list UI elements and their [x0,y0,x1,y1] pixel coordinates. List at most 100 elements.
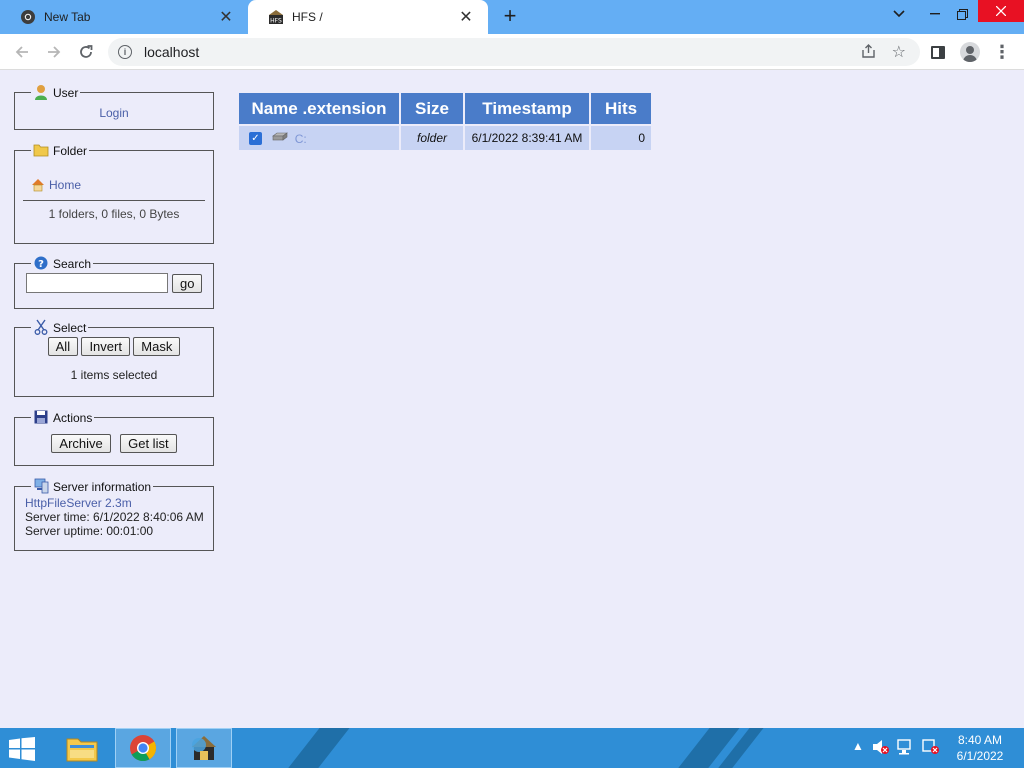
hfs-taskbar-button[interactable] [176,728,232,768]
select-legend: Select [31,319,88,335]
select-all-button[interactable]: All [47,337,79,356]
file-explorer-taskbar-button[interactable] [54,728,110,768]
user-legend-label: User [53,86,79,100]
chevron-down-icon[interactable] [886,0,912,28]
folder-summary: 1 folders, 0 files, 0 Bytes [48,207,180,221]
chrome-taskbar-button[interactable] [115,728,171,768]
login-link[interactable]: Login [99,106,128,120]
share-icon[interactable] [862,44,876,61]
address-bar[interactable]: i localhost ☆ [108,38,920,66]
search-input[interactable] [26,273,168,293]
window-close-button[interactable] [978,0,1024,22]
get-list-button[interactable]: Get list [120,434,177,453]
file-table-header: Name .extension Size Timestamp Hits [239,93,651,124]
info-icon[interactable]: i [118,45,132,59]
select-legend-label: Select [53,321,87,335]
side-panel-button[interactable] [924,38,952,66]
search-panel: ? Search go [14,255,214,309]
select-mask-button[interactable]: Mask [133,337,181,356]
taskbar-clock[interactable]: 8:40 AM 6/1/2022 [944,732,1016,764]
selection-status: 1 items selected [70,368,158,382]
actions-legend: Actions [31,409,94,425]
tab-new-tab[interactable]: New Tab ✕ [0,0,248,34]
taskbar-decoration [272,728,358,768]
archive-button[interactable]: Archive [51,434,111,453]
chrome-icon [130,735,157,762]
profile-button[interactable] [956,38,984,66]
folder-divider [23,200,205,201]
minimize-button[interactable] [924,0,946,28]
tab-hfs[interactable]: HFS HFS / ✕ [248,0,488,34]
search-go-button[interactable]: go [172,273,203,293]
timestamp-cell: 6/1/2022 8:39:41 AM [465,126,589,150]
action-center-icon[interactable] [922,739,940,758]
avatar [960,42,980,62]
server-legend: Server information [31,478,153,494]
folder-legend-label: Folder [53,144,88,158]
actions-legend-label: Actions [53,411,93,425]
folder-icon [33,142,49,158]
hits-cell: 0 [591,126,651,150]
select-panel: Select All Invert Mask 1 items selected [14,319,214,397]
floppy-disk-icon [33,409,49,425]
file-table: Name .extension Size Timestamp Hits ✓ C:… [237,91,653,152]
server-icon [33,478,49,494]
file-name-link[interactable]: C: [295,131,307,145]
folder-panel: Folder Home 1 folders, 0 files, 0 Bytes [14,142,214,244]
user-legend: User [31,84,80,100]
tab-title: New Tab [44,10,91,24]
actions-panel: Actions Archive Get list [14,409,214,466]
hfs-version-link[interactable]: HttpFileServer 2.3m [25,496,132,510]
server-time: Server time: 6/1/2022 8:40:06 AM [25,510,204,524]
reload-button[interactable] [72,38,100,66]
search-legend: ? Search [31,255,93,271]
address-url[interactable]: localhost [144,44,199,60]
file-explorer-icon [66,738,98,762]
folder-legend: Folder [31,142,89,158]
col-timestamp-header[interactable]: Timestamp [465,93,589,124]
size-cell: folder [401,126,463,150]
select-invert-button[interactable]: Invert [81,337,130,356]
user-panel: User Login [14,84,214,130]
user-icon [33,84,49,100]
table-row: ✓ C: folder 6/1/2022 8:39:41 AM 0 [239,126,651,150]
star-icon[interactable]: ☆ [892,42,906,62]
tab-title: HFS / [292,10,323,24]
scissors-icon [33,319,49,335]
hfs-app-icon [192,736,216,760]
side-panel-icon [931,45,945,59]
clock-date: 6/1/2022 [956,749,1004,763]
clock-time: 8:40 AM [957,733,1003,747]
home-link[interactable]: Home [49,178,81,192]
close-icon[interactable]: ✕ [456,7,476,27]
svg-text:HFS: HFS [270,18,282,25]
help-icon: ? [33,255,49,271]
hfs-icon: HFS [268,9,284,25]
drive-icon [271,131,289,145]
show-hidden-icons-button[interactable]: ▲ [852,739,864,753]
col-name-header[interactable]: Name .extension [239,93,399,124]
row-checkbox[interactable]: ✓ [249,131,262,145]
server-legend-label: Server information [53,480,152,494]
col-size-header[interactable]: Size [401,93,463,124]
windows-start-icon[interactable] [8,737,38,761]
menu-kebab-icon[interactable]: ⋮ [988,38,1016,66]
network-icon[interactable] [897,739,915,758]
volume-muted-icon[interactable] [872,739,890,758]
back-button[interactable] [8,38,36,66]
close-icon[interactable]: ✕ [216,7,236,27]
page-content: User Login Folder Home 1 folders, 0 file… [0,70,1024,728]
name-cell: ✓ C: [239,126,399,150]
new-tab-button[interactable]: + [498,5,522,29]
col-hits-header[interactable]: Hits [591,93,651,124]
tab-strip: New Tab ✕ HFS HFS / ✕ + [0,0,1024,34]
restore-button[interactable] [950,0,974,28]
chrome-icon [20,9,36,25]
forward-button[interactable] [40,38,68,66]
svg-text:?: ? [38,259,44,270]
search-legend-label: Search [53,257,92,271]
server-uptime: Server uptime: 00:01:00 [25,524,154,538]
browser-toolbar: i localhost ☆ ⋮ [0,34,1024,70]
server-info-panel: Server information HttpFileServer 2.3m S… [14,478,214,551]
taskbar: ▲ 8:40 AM 6/1/2022 [0,728,1024,768]
